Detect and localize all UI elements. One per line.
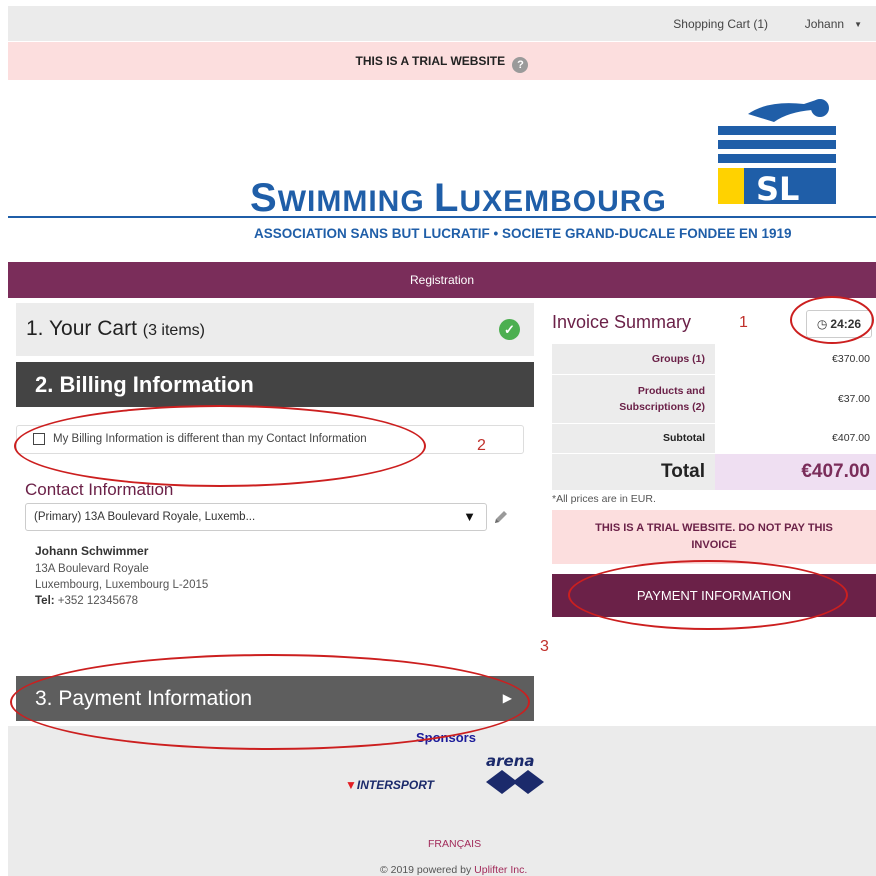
brand-subtitle: ASSOCIATION SANS BUT LUCRATIF • SOCIETE … [254,226,792,241]
check-circle-icon: ✓ [499,319,520,340]
annotation-ellipse-timer [790,296,874,344]
invoice-row: Groups (1) €370.00 [552,344,876,375]
contact-name: Johann Schwimmer [35,544,149,558]
invoice-row-label[interactable]: Products and Subscriptions (2) [552,375,715,423]
pencil-edit-icon[interactable] [492,508,510,526]
caret-down-icon: ▼ [854,20,862,29]
copyright: © 2019 powered by Uplifter Inc. [380,864,528,876]
brand-banner: SWIMMING LUXEMBOURG ASSOCIATION SANS BUT… [8,80,876,260]
step-cart-label: 1. Your Cart (3 items) [26,317,205,340]
annotation-number-3: 3 [540,638,549,655]
invoice-row-label[interactable]: Groups (1) [552,344,715,374]
help-icon[interactable]: ? [512,57,529,73]
address-line-2: Luxembourg, Luxembourg L-2015 [35,579,209,591]
invoice-row: Subtotal €407.00 [552,424,876,454]
invoice-row-value: €37.00 [715,375,876,423]
shopping-cart-link[interactable]: Shopping Cart (1) [673,17,768,31]
language-switch-link[interactable]: FRANÇAIS [428,838,481,850]
trial-invoice-warning: THIS IS A TRIAL WEBSITE. DO NOT PAY THIS… [552,510,876,564]
swimmer-logo-icon: SL [718,99,836,204]
contact-address-block: Johann Schwimmer 13A Boulevard Royale Lu… [35,543,208,609]
contact-phone: Tel: +352 12345678 [35,595,139,607]
annotation-ellipse-payment-button [568,560,848,630]
dropdown-arrow-icon: ▼ [463,509,476,524]
address-select[interactable]: (Primary) 13A Boulevard Royale, Luxemb..… [25,503,487,531]
arena-logo-text: arena [486,752,535,770]
invoice-row-label: Subtotal [552,424,715,453]
svg-text:SL: SL [756,170,799,204]
address-select-value: (Primary) 13A Boulevard Royale, Luxemb..… [34,511,256,523]
annotation-ellipse-payment-step [10,654,530,750]
top-bar: Shopping Cart (1) Johann ▼ [8,6,876,41]
invoice-row: Products and Subscriptions (2) €37.00 [552,375,876,424]
footer: Sponsors ▼INTERSPORT arena FRANÇAIS © 20… [8,726,876,876]
annotation-number-1: 1 [739,314,748,331]
annotation-ellipse-billing [14,405,426,487]
invoice-total-row: Total €407.00 [552,454,876,491]
arena-logo[interactable]: arena [482,752,548,800]
currency-note: *All prices are in EUR. [552,493,656,505]
step-your-cart[interactable]: 1. Your Cart (3 items) ✓ [16,303,534,356]
invoice-table: Groups (1) €370.00 Products and Subscript… [552,344,876,491]
trial-banner: THIS IS A TRIAL WEBSITE ? [8,42,876,80]
annotation-number-2: 2 [477,437,486,454]
invoice-row-value: €407.00 [715,424,876,453]
intersport-logo[interactable]: ▼INTERSPORT [345,778,434,792]
trial-banner-text: THIS IS A TRIAL WEBSITE [355,54,506,68]
invoice-total-label: Total [552,454,715,490]
uplifter-link[interactable]: Uplifter Inc. [474,864,527,876]
step-billing-information[interactable]: 2. Billing Information [16,362,534,407]
brand-title: SWIMMING LUXEMBOURG [250,176,667,220]
user-name: Johann [804,17,845,31]
registration-nav[interactable]: Registration [8,262,876,298]
address-line-1: 13A Boulevard Royale [35,563,149,575]
invoice-total-value: €407.00 [715,454,876,490]
invoice-row-value: €370.00 [715,344,876,374]
user-menu[interactable]: Johann ▼ [805,17,862,31]
invoice-summary-title: Invoice Summary [552,312,692,332]
